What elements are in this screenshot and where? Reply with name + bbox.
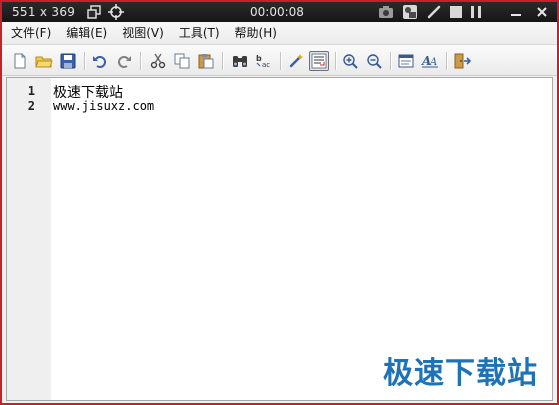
paste-icon (198, 54, 214, 69)
toolbar-separator (222, 52, 224, 70)
word-wrap-button[interactable] (309, 51, 329, 71)
line-number-gutter: 1 2 (7, 78, 51, 400)
menu-view[interactable]: 视图(V) (116, 24, 170, 42)
minimize-icon[interactable] (508, 4, 524, 20)
text-editor[interactable]: 1 2 极速下载站 www.jisuxz.com 极速下载站 (6, 77, 553, 401)
line-number: 1 (27, 84, 35, 98)
highlight-button[interactable] (286, 51, 306, 71)
save-icon (60, 53, 76, 69)
copy-button[interactable] (172, 51, 192, 71)
recorder-bar: 551 x 369 00:00:08 (2, 2, 557, 22)
toolbar: b ac AA (2, 45, 557, 76)
copy-icon (174, 53, 190, 69)
replace-icon: bac (256, 54, 270, 69)
toolbar-separator (390, 52, 392, 70)
stop-icon[interactable] (448, 4, 464, 20)
menu-help[interactable]: 帮助(H) (229, 24, 283, 42)
new-file-icon (14, 53, 26, 69)
menu-tools[interactable]: 工具(T) (173, 24, 226, 42)
zoom-in-icon (343, 54, 358, 69)
webcam-icon[interactable] (402, 4, 418, 20)
recording-timer: 00:00:08 (250, 5, 304, 19)
toolbar-separator (280, 52, 282, 70)
exit-button[interactable] (452, 51, 472, 71)
redo-button[interactable] (114, 51, 134, 71)
toolbar-separator (140, 52, 142, 70)
properties-icon (398, 54, 414, 68)
toolbar-separator (84, 52, 86, 70)
toolbar-separator (335, 52, 337, 70)
menu-edit[interactable]: 编辑(E) (60, 24, 113, 42)
menu-bar: 文件(F) 编辑(E) 视图(V) 工具(T) 帮助(H) (2, 22, 557, 45)
capture-frame: 551 x 369 00:00:08 文件(F) 编辑(E) 视图(V) 工具(… (0, 0, 559, 405)
camera-icon[interactable] (378, 4, 394, 20)
capture-size-label: 551 x 369 (12, 5, 76, 19)
redo-icon (118, 56, 131, 68)
crosshair-icon[interactable] (108, 4, 124, 20)
binoculars-icon (233, 56, 247, 67)
zoom-out-icon (367, 54, 382, 69)
paste-button[interactable] (196, 51, 216, 71)
cut-button[interactable] (148, 51, 168, 71)
save-button[interactable] (58, 51, 78, 71)
toolbar-separator (446, 52, 448, 70)
wand-icon (289, 54, 303, 68)
svg-text:ac: ac (262, 61, 270, 69)
font-button[interactable]: AA (420, 51, 440, 71)
open-file-button[interactable] (34, 51, 54, 71)
site-watermark: 极速下载站 (383, 356, 538, 391)
close-icon[interactable] (534, 4, 550, 20)
replace-button[interactable]: b ac (254, 51, 274, 71)
restore-window-icon[interactable] (86, 4, 102, 20)
new-file-button[interactable] (10, 51, 30, 71)
folder-open-icon (35, 56, 53, 68)
word-wrap-icon (311, 53, 327, 69)
undo-button[interactable] (90, 51, 110, 71)
editor-line[interactable]: www.jisuxz.com (53, 99, 154, 113)
svg-text:A: A (429, 57, 437, 68)
menu-file[interactable]: 文件(F) (5, 24, 57, 42)
undo-icon (93, 56, 106, 68)
exit-door-icon (454, 53, 471, 69)
scissors-icon (150, 53, 166, 69)
properties-button[interactable] (396, 51, 416, 71)
zoom-out-button[interactable] (364, 51, 384, 71)
find-button[interactable] (230, 51, 250, 71)
pen-icon[interactable] (426, 4, 442, 20)
line-number: 2 (27, 99, 35, 113)
zoom-in-button[interactable] (340, 51, 360, 71)
font-icon: AA (421, 54, 438, 68)
pause-icon[interactable] (468, 4, 484, 20)
